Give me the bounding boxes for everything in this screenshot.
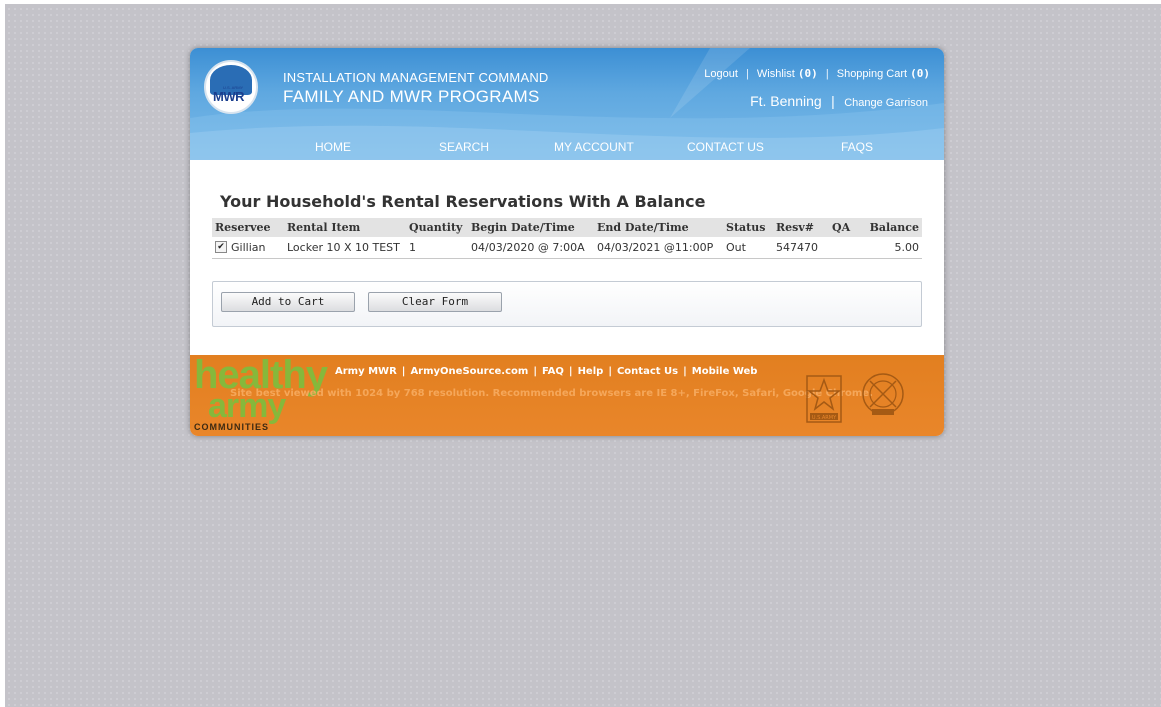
rental-item-cell: Locker 10 X 10 TEST — [284, 237, 406, 259]
reservee-cell: ✔ Gillian — [212, 237, 284, 259]
window-frame-top — [0, 0, 1161, 4]
separator: | — [683, 366, 687, 377]
page-container: U.S. ARMY MWR INSTALLATION MANAGEMENT CO… — [190, 48, 944, 436]
main-content: Your Household's Rental Reservations Wit… — [190, 160, 944, 355]
wishlist-count: (0) — [797, 67, 818, 80]
begin-cell: 04/03/2020 @ 7:00A — [468, 237, 594, 259]
wishlist-label: Wishlist — [756, 68, 795, 80]
org-title-line2: FAMILY AND MWR PROGRAMS — [283, 87, 540, 106]
cart-count: (0) — [910, 67, 930, 80]
col-status: Status — [723, 218, 773, 237]
separator: | — [831, 93, 835, 109]
add-to-cart-button[interactable]: Add to Cart — [221, 292, 355, 312]
footer-link-army-mwr[interactable]: Army MWR — [335, 366, 397, 377]
status-cell: Out — [723, 237, 773, 259]
clear-form-button[interactable]: Clear Form — [368, 292, 502, 312]
brand-communities: COMMUNITIES — [194, 422, 269, 432]
footer-link-contact-us[interactable]: Contact Us — [617, 366, 678, 377]
main-nav: HOME SEARCH MY ACCOUNT CONTACT US FAQS — [190, 138, 944, 160]
col-qa: QA — [829, 218, 857, 237]
col-quantity: Quantity — [406, 218, 468, 237]
col-rental-item: Rental Item — [284, 218, 406, 237]
footer-links: Army MWR | ArmyOneSource.com | FAQ | Help | Cont… — [335, 366, 757, 377]
account-links: Logout | Wishlist (0) | Shopping Cart (0… — [704, 67, 930, 80]
table-row: ✔ Gillian Locker 10 X 10 TEST 1 04/03/202… — [212, 237, 922, 259]
site-footer: healthy army COMMUNITIES Site best viewe… — [190, 355, 944, 436]
nav-my-account[interactable]: MY ACCOUNT — [554, 140, 634, 154]
garrison-name: Ft. Benning — [750, 93, 822, 109]
footer-link-armyonesource[interactable]: ArmyOneSource.com — [410, 366, 528, 377]
nav-faqs[interactable]: FAQS — [841, 140, 873, 154]
col-balance: Balance — [857, 218, 922, 237]
footer-link-help[interactable]: Help — [578, 366, 604, 377]
window-frame-left — [0, 0, 5, 707]
qa-cell — [829, 237, 857, 259]
end-cell: 04/03/2021 @11:00P — [594, 237, 723, 259]
separator: | — [608, 366, 612, 377]
col-begin: Begin Date/Time — [468, 218, 594, 237]
nav-contact-us[interactable]: CONTACT US — [687, 140, 764, 154]
logout-link[interactable]: Logout — [704, 68, 738, 80]
col-end: End Date/Time — [594, 218, 723, 237]
separator: | — [401, 366, 406, 377]
balance-cell: 5.00 — [857, 237, 922, 259]
us-army-star-icon[interactable]: U.S.ARMY — [806, 375, 842, 423]
separator: | — [568, 366, 573, 377]
separator: | — [533, 366, 537, 377]
footer-link-mobile-web[interactable]: Mobile Web — [692, 366, 758, 377]
separator: | — [746, 68, 749, 80]
reservations-table: Reservee Rental Item Quantity Begin Date… — [212, 218, 922, 259]
army-emblem-icon[interactable] — [860, 371, 906, 417]
shopping-cart-link[interactable]: Shopping Cart (0) — [836, 67, 930, 80]
page-title: Your Household's Rental Reservations Wit… — [220, 192, 706, 211]
change-garrison-link[interactable]: Change Garrison — [844, 97, 928, 109]
table-header-row: Reservee Rental Item Quantity Begin Date… — [212, 218, 922, 237]
site-header: U.S. ARMY MWR INSTALLATION MANAGEMENT CO… — [190, 48, 944, 160]
form-actions: Add to Cart Clear Form — [212, 281, 922, 327]
garrison-selector: Ft. Benning | Change Garrison — [750, 93, 928, 111]
footer-link-faq[interactable]: FAQ — [542, 366, 564, 377]
separator: | — [825, 68, 829, 80]
seal-text: U.S.ARMY — [812, 415, 837, 421]
mwr-logo[interactable]: U.S. ARMY MWR — [204, 60, 258, 114]
row-select-checkbox[interactable]: ✔ — [215, 241, 227, 253]
reservee-name: Gillian — [231, 241, 266, 254]
resv-cell: 547470 — [773, 237, 829, 259]
col-reservee: Reservee — [212, 218, 284, 237]
wishlist-link[interactable]: Wishlist (0) — [756, 67, 818, 80]
nav-home[interactable]: HOME — [315, 140, 351, 154]
quantity-cell: 1 — [406, 237, 468, 259]
browser-note: Site best viewed with 1024 by 768 resolu… — [230, 388, 873, 399]
cart-label: Shopping Cart — [836, 68, 908, 80]
nav-search[interactable]: SEARCH — [439, 140, 489, 154]
logo-text: MWR — [213, 89, 245, 104]
col-resv: Resv# — [773, 218, 829, 237]
org-title-line1: INSTALLATION MANAGEMENT COMMAND — [283, 70, 549, 85]
